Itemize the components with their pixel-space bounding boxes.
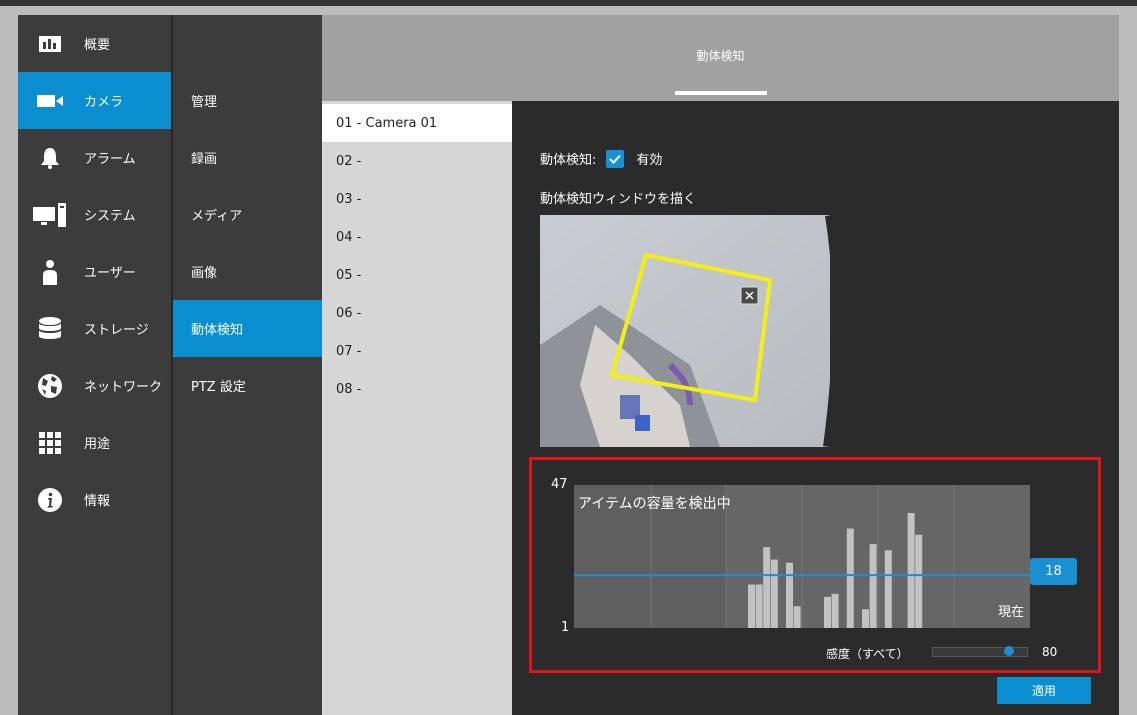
page-header: 動体検知 — [322, 15, 1119, 101]
overview-chart-icon — [18, 35, 82, 52]
y-axis-min-label: 1 — [561, 620, 570, 635]
chart-bar — [915, 534, 923, 628]
checkmark-icon — [609, 154, 622, 164]
subnav-item-media[interactable]: メディア — [173, 186, 322, 243]
sidebar-item-alarm[interactable]: アラーム — [18, 129, 171, 186]
camera-list-item[interactable]: 06 - — [322, 294, 512, 332]
sensitivity-slider[interactable] — [932, 646, 1028, 657]
main-sidebar: 概要 カメラ アラーム システム ユーザー ストレージ ネットワーク 用途 情報 — [18, 15, 171, 715]
camera-list-item[interactable]: 05 - — [322, 256, 512, 294]
chart-title: アイテムの容量を検出中 — [578, 496, 731, 512]
sidebar-item-label: 情報 — [84, 494, 111, 509]
active-tab-indicator — [675, 91, 767, 95]
bell-icon — [18, 147, 82, 169]
sidebar-item-label: カメラ — [84, 95, 124, 110]
chart-bar — [748, 584, 755, 628]
camera-subnav: 管理 録画 メディア 画像 動体検知 PTZ 設定 — [173, 15, 322, 715]
chart-bar — [862, 609, 869, 628]
sidebar-item-label: システム — [84, 209, 136, 224]
camera-list-item[interactable]: 04 - — [322, 218, 512, 256]
globe-icon — [18, 373, 82, 399]
chart-bar — [770, 559, 778, 628]
camera-list-item[interactable]: 02 - — [322, 142, 512, 180]
sidebar-item-apps[interactable]: 用途 — [18, 414, 171, 471]
sidebar-item-label: 用途 — [84, 437, 111, 452]
camera-preview-image — [540, 215, 850, 447]
sidebar-item-storage[interactable]: ストレージ — [18, 300, 171, 357]
sensitivity-value: 80 — [1042, 645, 1058, 659]
sidebar-item-overview[interactable]: 概要 — [18, 15, 171, 72]
subnav-item-ptz-settings[interactable]: PTZ 設定 — [173, 357, 322, 414]
sidebar-item-network[interactable]: ネットワーク — [18, 357, 171, 414]
sidebar-item-label: ユーザー — [84, 266, 136, 281]
enable-checkbox[interactable] — [606, 149, 625, 168]
apply-button[interactable]: 適用 — [997, 677, 1091, 704]
subnav-item-motion-detection[interactable]: 動体検知 — [173, 300, 322, 357]
chart-bar — [907, 512, 915, 628]
camera-list-item[interactable]: 07 - — [322, 332, 512, 370]
sensitivity-slider-thumb[interactable] — [1004, 646, 1014, 656]
sidebar-item-camera[interactable]: カメラ — [18, 72, 171, 129]
draw-window-label: 動体検知ウィンドウを描く — [540, 192, 697, 207]
window-top-bar — [0, 0, 1137, 6]
threshold-value-badge[interactable]: 18 — [1030, 558, 1077, 585]
camera-preview[interactable] — [540, 215, 850, 447]
chart-bar — [869, 544, 877, 628]
camera-icon — [18, 93, 82, 109]
motion-detection-label: 動体検知: — [540, 153, 597, 168]
chart-bar — [786, 562, 793, 628]
sensitivity-label: 感度（すべて） — [826, 647, 909, 661]
y-axis-max-label: 47 — [551, 477, 568, 492]
database-icon — [18, 316, 82, 341]
motion-detection-row: 動体検知: 有効 — [540, 149, 662, 168]
tab-motion-detection[interactable]: 動体検知 — [322, 47, 1119, 64]
chart-bar — [793, 606, 801, 628]
user-icon — [18, 259, 82, 285]
detection-level-chart[interactable]: アイテムの容量を検出中 現在 — [574, 485, 1030, 628]
sidebar-item-label: ストレージ — [84, 323, 149, 338]
subnav-item-recording[interactable]: 録画 — [173, 129, 322, 186]
computer-icon — [18, 202, 82, 227]
info-icon — [18, 487, 82, 512]
chart-bar — [755, 584, 763, 628]
sidebar-item-system[interactable]: システム — [18, 186, 171, 243]
chart-bar — [763, 547, 771, 628]
enable-checkbox-label: 有効 — [636, 153, 663, 168]
subnav-item-management[interactable]: 管理 — [173, 72, 322, 129]
chart-bar — [846, 528, 854, 628]
sidebar-item-info[interactable]: 情報 — [18, 471, 171, 528]
camera-list-item[interactable]: 08 - — [322, 370, 512, 408]
chart-bar — [884, 550, 892, 628]
camera-list-item[interactable]: 03 - — [322, 180, 512, 218]
sidebar-item-user[interactable]: ユーザー — [18, 243, 171, 300]
sidebar-item-label: アラーム — [84, 152, 136, 167]
chart-bar — [831, 593, 839, 628]
camera-list-item[interactable]: 01 - Camera 01 — [322, 104, 512, 142]
apps-grid-icon — [18, 431, 82, 454]
camera-list: 01 - Camera 01 02 - 03 - 04 - 05 - 06 - … — [322, 101, 512, 715]
chart-bar — [824, 596, 831, 628]
now-label: 現在 — [997, 605, 1024, 620]
subnav-item-image[interactable]: 画像 — [173, 243, 322, 300]
sidebar-item-label: 概要 — [84, 38, 111, 53]
sidebar-item-label: ネットワーク — [84, 380, 163, 395]
